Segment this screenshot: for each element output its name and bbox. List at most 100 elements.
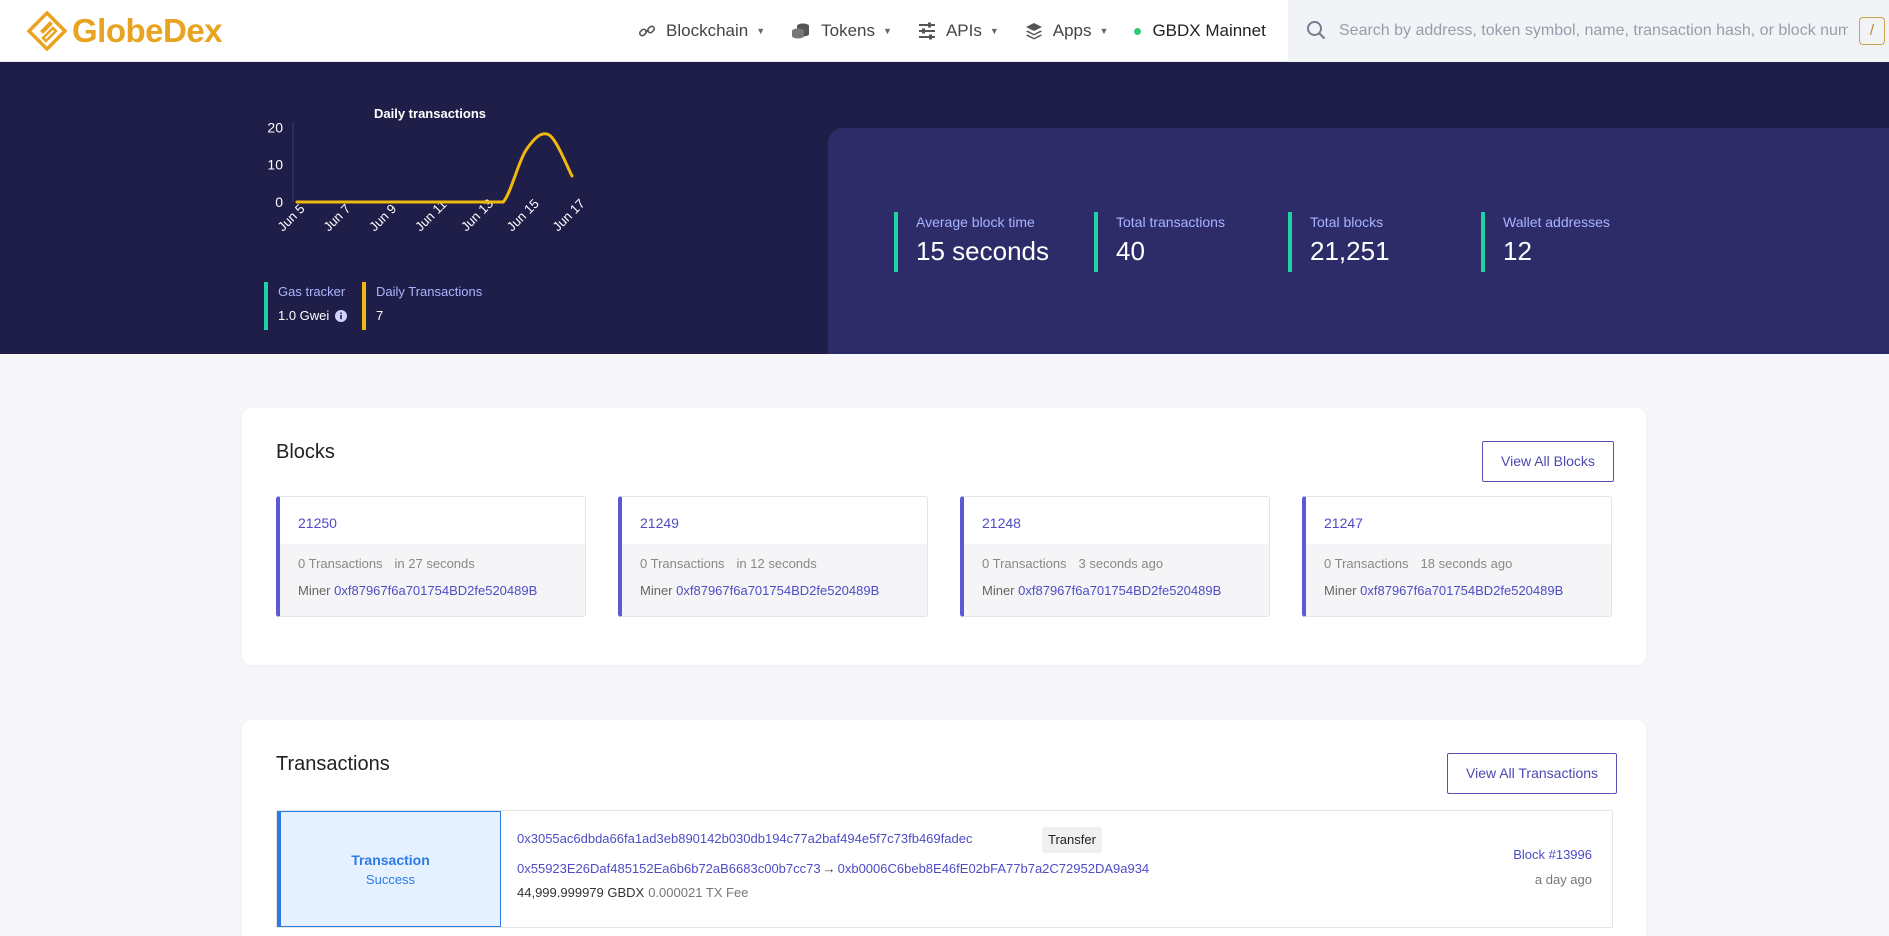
chart-title: Daily transactions xyxy=(374,106,486,121)
search-bar xyxy=(1288,0,1889,62)
block-number-link[interactable]: 21250 xyxy=(298,515,337,531)
from-address-link[interactable]: 0x55923E26Daf485152Ea6b6b72aB6683c00b7cc… xyxy=(517,861,821,876)
chevron-down-icon: ▼ xyxy=(989,26,999,36)
transactions-card: Transactions View All Transactions Trans… xyxy=(242,720,1646,936)
transaction-status: Transaction Success xyxy=(277,811,501,927)
y-tick-label: 0 xyxy=(275,194,283,210)
stat-label: Total blocks xyxy=(1310,214,1384,230)
gas-tracker-label: Gas tracker xyxy=(278,284,346,299)
block-tile[interactable]: 21250 0 Transactions in 27 seconds Miner … xyxy=(276,496,586,617)
view-all-transactions-button[interactable]: View All Transactions xyxy=(1447,753,1618,794)
miner-address-link[interactable]: 0xf87967f6a701754BD2fe520489B xyxy=(334,583,537,598)
network-status-dot xyxy=(1134,27,1142,35)
stat-value: 15 seconds xyxy=(916,236,1049,266)
block-details: 0 Transactions 3 seconds ago Miner 0xf879… xyxy=(964,544,1269,616)
block-time: 3 seconds ago xyxy=(1078,556,1164,571)
transaction-addresses: 0x55923E26Daf485152Ea6b6b72aB6683c00b7cc… xyxy=(517,861,1149,876)
transaction-value-row: 44,999.999979 GBDX 0.000021 TX Fee xyxy=(517,885,748,900)
block-miner: Miner 0xf87967f6a701754BD2fe520489B xyxy=(982,583,1262,598)
transaction-value: 44,999.999979 GBDX xyxy=(517,885,645,900)
chevron-down-icon: ▼ xyxy=(1099,26,1109,36)
block-number-link[interactable]: 21247 xyxy=(1324,515,1363,531)
nav-tokens-label: Tokens xyxy=(821,21,876,40)
chevron-down-icon: ▼ xyxy=(756,26,766,36)
stat-wallet-addresses: Wallet addresses 12 xyxy=(1481,212,1610,272)
stat-value: 12 xyxy=(1503,236,1532,266)
transaction-hash-link[interactable]: 0x3055ac6dbda66fa1ad3eb890142b030db194c7… xyxy=(517,831,972,846)
brand-name: GlobeDex xyxy=(72,12,223,49)
search-input[interactable] xyxy=(1328,16,1848,46)
transaction-row: Transaction Success 0x3055ac6dbda66fa1ad… xyxy=(276,810,1613,928)
x-tick-label: Jun 7 xyxy=(320,201,353,234)
transaction-type: Transaction xyxy=(351,852,430,868)
gas-tracker-value-row: 1.0 Gwei xyxy=(278,308,348,323)
x-tick-label: Jun 17 xyxy=(550,196,588,234)
nav-apps-label: Apps xyxy=(1052,21,1092,40)
sliders-icon xyxy=(918,22,935,40)
network-selector[interactable]: GBDX Mainnet xyxy=(1134,21,1266,41)
coins-icon xyxy=(792,23,810,39)
miner-label: Miner xyxy=(1324,583,1357,598)
arrow-right-icon: → xyxy=(822,861,836,876)
block-miner: Miner 0xf87967f6a701754BD2fe520489B xyxy=(298,583,578,598)
globedex-logo-icon xyxy=(26,11,68,51)
series-line xyxy=(295,132,574,204)
miner-label: Miner xyxy=(982,583,1015,598)
gas-tracker-value: 1.0 Gwei xyxy=(278,308,330,323)
to-address-link[interactable]: 0xb0006C6beb8E46fE02bFA77b7a2C72952DA9a9… xyxy=(838,861,1150,876)
chevron-down-icon: ▼ xyxy=(883,26,892,36)
block-meta: 0 Transactions in 27 seconds xyxy=(298,556,475,571)
daily-transactions-label: Daily Transactions xyxy=(376,284,483,299)
block-tile[interactable]: 21248 0 Transactions 3 seconds ago Miner … xyxy=(960,496,1270,617)
stat-label: Total transactions xyxy=(1116,214,1225,230)
blocks-title: Blocks xyxy=(276,441,335,463)
nav-tokens[interactable]: Tokens ▼ xyxy=(791,21,892,41)
block-time: in 27 seconds xyxy=(394,556,475,571)
block-time: 18 seconds ago xyxy=(1420,556,1513,571)
brand-logo[interactable]: GlobeDex xyxy=(26,11,223,51)
miner-address-link[interactable]: 0xf87967f6a701754BD2fe520489B xyxy=(1360,583,1563,598)
transaction-block-link[interactable]: Block #13996 xyxy=(1513,847,1592,862)
block-meta: 0 Transactions in 12 seconds xyxy=(640,556,817,571)
info-icon[interactable] xyxy=(335,309,348,322)
transaction-result: Success xyxy=(365,872,416,887)
layers-icon xyxy=(1025,23,1042,40)
block-number-link[interactable]: 21249 xyxy=(640,515,679,531)
daily-transactions-value: 7 xyxy=(376,308,384,323)
block-time: in 12 seconds xyxy=(736,556,817,571)
y-tick-label: 10 xyxy=(267,157,283,173)
miner-label: Miner xyxy=(640,583,673,598)
block-number-link[interactable]: 21248 xyxy=(982,515,1021,531)
daily-transactions-stat: Daily Transactions 7 xyxy=(362,282,482,330)
miner-address-link[interactable]: 0xf87967f6a701754BD2fe520489B xyxy=(1018,583,1221,598)
block-tile[interactable]: 21247 0 Transactions 18 seconds ago Miner… xyxy=(1302,496,1612,617)
top-header: GlobeDex Blockchain ▼ Tokens ▼ APIs ▼ Ap… xyxy=(0,0,1889,62)
stat-total-blocks: Total blocks 21,251 xyxy=(1288,212,1390,272)
nav-apis[interactable]: APIs ▼ xyxy=(918,21,999,41)
block-meta: 0 Transactions 3 seconds ago xyxy=(982,556,1163,571)
block-tx-count: 0 Transactions xyxy=(1324,556,1409,571)
nav-blockchain[interactable]: Blockchain ▼ xyxy=(638,21,765,41)
stat-total-transactions: Total transactions 40 xyxy=(1094,212,1225,272)
search-icon xyxy=(1307,21,1326,40)
gas-tracker: Gas tracker 1.0 Gwei xyxy=(264,282,348,330)
block-meta: 0 Transactions 18 seconds ago xyxy=(1324,556,1512,571)
daily-transactions-chart: 01020Jun 5 Jun 7 Jun 9 Jun 11 Jun 13 Jun 15 Ju… xyxy=(267,120,588,234)
transaction-type-badge: Transfer xyxy=(1042,827,1102,853)
transaction-fee: 0.000021 TX Fee xyxy=(648,885,749,900)
blocks-card: Blocks View All Blocks 21250 0 Transacti… xyxy=(242,408,1646,665)
network-name: GBDX Mainnet xyxy=(1152,21,1266,40)
link-icon xyxy=(638,25,656,37)
nav-apps[interactable]: Apps ▼ xyxy=(1025,21,1109,41)
stat-value: 21,251 xyxy=(1310,236,1390,266)
block-details: 0 Transactions 18 seconds ago Miner 0xf87… xyxy=(1306,544,1611,616)
view-all-blocks-button[interactable]: View All Blocks xyxy=(1482,441,1614,482)
stat-label: Wallet addresses xyxy=(1503,214,1610,230)
miner-address-link[interactable]: 0xf87967f6a701754BD2fe520489B xyxy=(676,583,879,598)
main-nav: Blockchain ▼ Tokens ▼ APIs ▼ Apps ▼ GBDX… xyxy=(638,0,1316,62)
block-tile[interactable]: 21249 0 Transactions in 12 seconds Miner … xyxy=(618,496,928,617)
block-miner: Miner 0xf87967f6a701754BD2fe520489B xyxy=(640,583,920,598)
x-tick-label: Jun 9 xyxy=(366,201,399,234)
transactions-title: Transactions xyxy=(276,753,390,775)
y-tick-label: 20 xyxy=(267,120,283,135)
